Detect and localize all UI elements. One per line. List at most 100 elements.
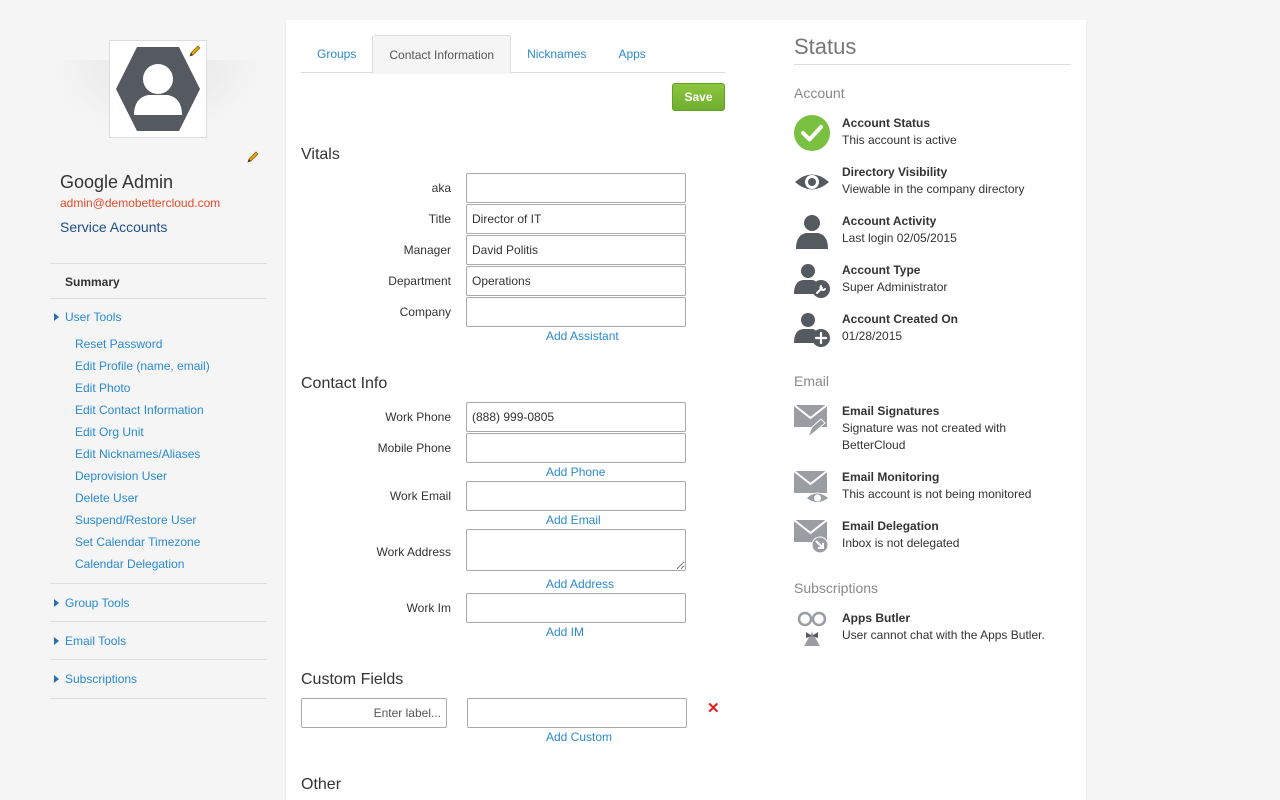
sidebar-item-edit-nicknames[interactable]: Edit Nicknames/Aliases: [75, 443, 267, 465]
status-text: Account Type Super Administrator: [842, 262, 1071, 296]
sidebar-item-edit-contact[interactable]: Edit Contact Information: [75, 399, 267, 421]
status-text: Email Signatures Signature was not creat…: [842, 403, 1071, 454]
sidebar-item-edit-profile[interactable]: Edit Profile (name, email): [75, 355, 267, 377]
contact-info-title: Contact Info: [301, 375, 388, 392]
status-heading: Email Monitoring: [842, 470, 940, 484]
work-phone-label: Work Phone: [385, 410, 451, 424]
mail-eye-icon: [794, 470, 830, 503]
status-text: Email Delegation Inbox is not delegated: [842, 518, 1071, 552]
status-description: This account is active: [842, 133, 957, 147]
other-title: Other: [301, 776, 342, 793]
mail-forward-icon: [794, 519, 829, 554]
sidebar-user-tools-label: User Tools: [65, 310, 122, 324]
sidebar-summary[interactable]: Summary: [50, 264, 267, 298]
status-heading: Apps Butler: [842, 611, 911, 625]
pencil-icon[interactable]: [246, 150, 260, 164]
sidebar-divider: [50, 698, 267, 699]
caret-right-icon: [54, 313, 59, 321]
sidebar-item-edit-org-unit[interactable]: Edit Org Unit: [75, 421, 267, 443]
mobile-phone-input[interactable]: [466, 433, 686, 463]
status-text: Email Monitoring This account is not bei…: [842, 469, 1071, 503]
sidebar-item-edit-photo[interactable]: Edit Photo: [75, 377, 267, 399]
tab-contact-information[interactable]: Contact Information: [372, 35, 512, 74]
add-phone-link[interactable]: Add Phone: [546, 465, 605, 479]
sidebar-email-tools[interactable]: Email Tools: [50, 622, 267, 659]
sidebar-item-calendar-delegation[interactable]: Calendar Delegation: [75, 553, 267, 575]
main-panel: Groups Contact Information Nicknames App…: [286, 20, 1086, 800]
sidebar-subscriptions[interactable]: Subscriptions: [50, 660, 267, 698]
sidebar-item-deprovision[interactable]: Deprovision User: [75, 465, 267, 487]
work-email-input[interactable]: [466, 481, 686, 511]
sidebar-email-tools-label: Email Tools: [65, 633, 127, 648]
tab-apps[interactable]: Apps: [602, 35, 661, 73]
sidebar-item-reset-password[interactable]: Reset Password: [75, 333, 267, 355]
custom-fields-title: Custom Fields: [301, 671, 404, 688]
status-text: Apps Butler User cannot chat with the Ap…: [842, 610, 1071, 644]
work-address-label: Work Address: [376, 545, 451, 559]
status-title: Status: [794, 34, 857, 59]
user-icon: [796, 215, 828, 249]
sidebar-user-tools[interactable]: User Tools: [50, 299, 267, 335]
work-phone-input[interactable]: [466, 402, 686, 432]
sidebar-item-delete-user[interactable]: Delete User: [75, 487, 267, 509]
sidebar-item-suspend-restore[interactable]: Suspend/Restore User: [75, 509, 267, 531]
caret-right-icon: [54, 675, 59, 683]
status-description: This account is not being monitored: [842, 487, 1032, 501]
manager-label: Manager: [403, 243, 451, 257]
status-heading: Account Created On: [842, 312, 959, 326]
add-im-link[interactable]: Add IM: [546, 625, 584, 639]
status-description: Signature was not created with BetterClo…: [842, 421, 1007, 452]
sidebar-item-calendar-timezone[interactable]: Set Calendar Timezone: [75, 531, 267, 553]
work-address-textarea[interactable]: [466, 529, 686, 571]
caret-right-icon: [54, 636, 59, 645]
user-wrench-icon: [794, 264, 830, 298]
status-divider: [794, 64, 1071, 65]
status-text: Account Status This account is active: [842, 115, 1071, 149]
check-circle-icon: [794, 115, 830, 151]
status-heading: Account Status: [842, 116, 931, 130]
status-description: Inbox is not delegated: [842, 536, 960, 550]
sidebar-subscriptions-label: Subscriptions: [65, 672, 138, 686]
company-input[interactable]: [466, 297, 686, 327]
service-accounts-link[interactable]: Service Accounts: [60, 219, 267, 235]
custom-value-input[interactable]: [467, 698, 687, 728]
caret-right-icon: [54, 598, 59, 607]
tab-groups[interactable]: Groups: [301, 35, 372, 73]
user-name: Google Admin: [60, 172, 174, 192]
status-description: Viewable in the company directory: [842, 182, 1025, 196]
status-description: User cannot chat with the Apps Butler.: [842, 628, 1045, 642]
title-label: Title: [428, 212, 451, 226]
manager-input[interactable]: [466, 235, 686, 265]
add-email-link[interactable]: Add Email: [546, 513, 601, 527]
pencil-icon[interactable]: [188, 44, 202, 58]
department-label: Department: [388, 274, 451, 288]
tab-bar: Groups Contact Information Nicknames App…: [301, 35, 725, 74]
sidebar: Google Admin admin@demobettercloud.com S…: [50, 40, 267, 699]
avatar-area: [50, 40, 267, 138]
status-description: Super Administrator: [842, 280, 948, 294]
save-button[interactable]: Save: [672, 83, 725, 111]
remove-custom-icon[interactable]: ✕: [707, 701, 720, 717]
account-section-title: Account: [794, 85, 845, 101]
add-address-link[interactable]: Add Address: [546, 577, 614, 591]
title-input[interactable]: [466, 204, 686, 234]
user-email: admin@demobettercloud.com: [60, 196, 221, 210]
work-im-label: Work Im: [406, 601, 451, 615]
status-heading: Email Delegation: [842, 519, 939, 533]
status-text: Account Created On 01/28/2015: [842, 311, 1071, 345]
status-heading: Account Type: [842, 263, 921, 277]
work-im-input[interactable]: [466, 593, 686, 623]
add-assistant-link[interactable]: Add Assistant: [546, 329, 619, 343]
add-custom-link[interactable]: Add Custom: [546, 730, 612, 744]
subscriptions-section-title: Subscriptions: [794, 580, 879, 596]
aka-input[interactable]: [466, 173, 686, 203]
department-input[interactable]: [466, 266, 686, 296]
status-heading: Account Activity: [842, 214, 937, 228]
status-heading: Directory Visibility: [842, 165, 948, 179]
custom-label-input[interactable]: [301, 698, 447, 728]
company-label: Company: [399, 305, 451, 319]
butler-icon: [797, 611, 827, 646]
user-tools-list: Reset Password Edit Profile (name, email…: [50, 333, 267, 583]
sidebar-group-tools[interactable]: Group Tools: [50, 584, 267, 621]
tab-nicknames[interactable]: Nicknames: [511, 35, 602, 73]
